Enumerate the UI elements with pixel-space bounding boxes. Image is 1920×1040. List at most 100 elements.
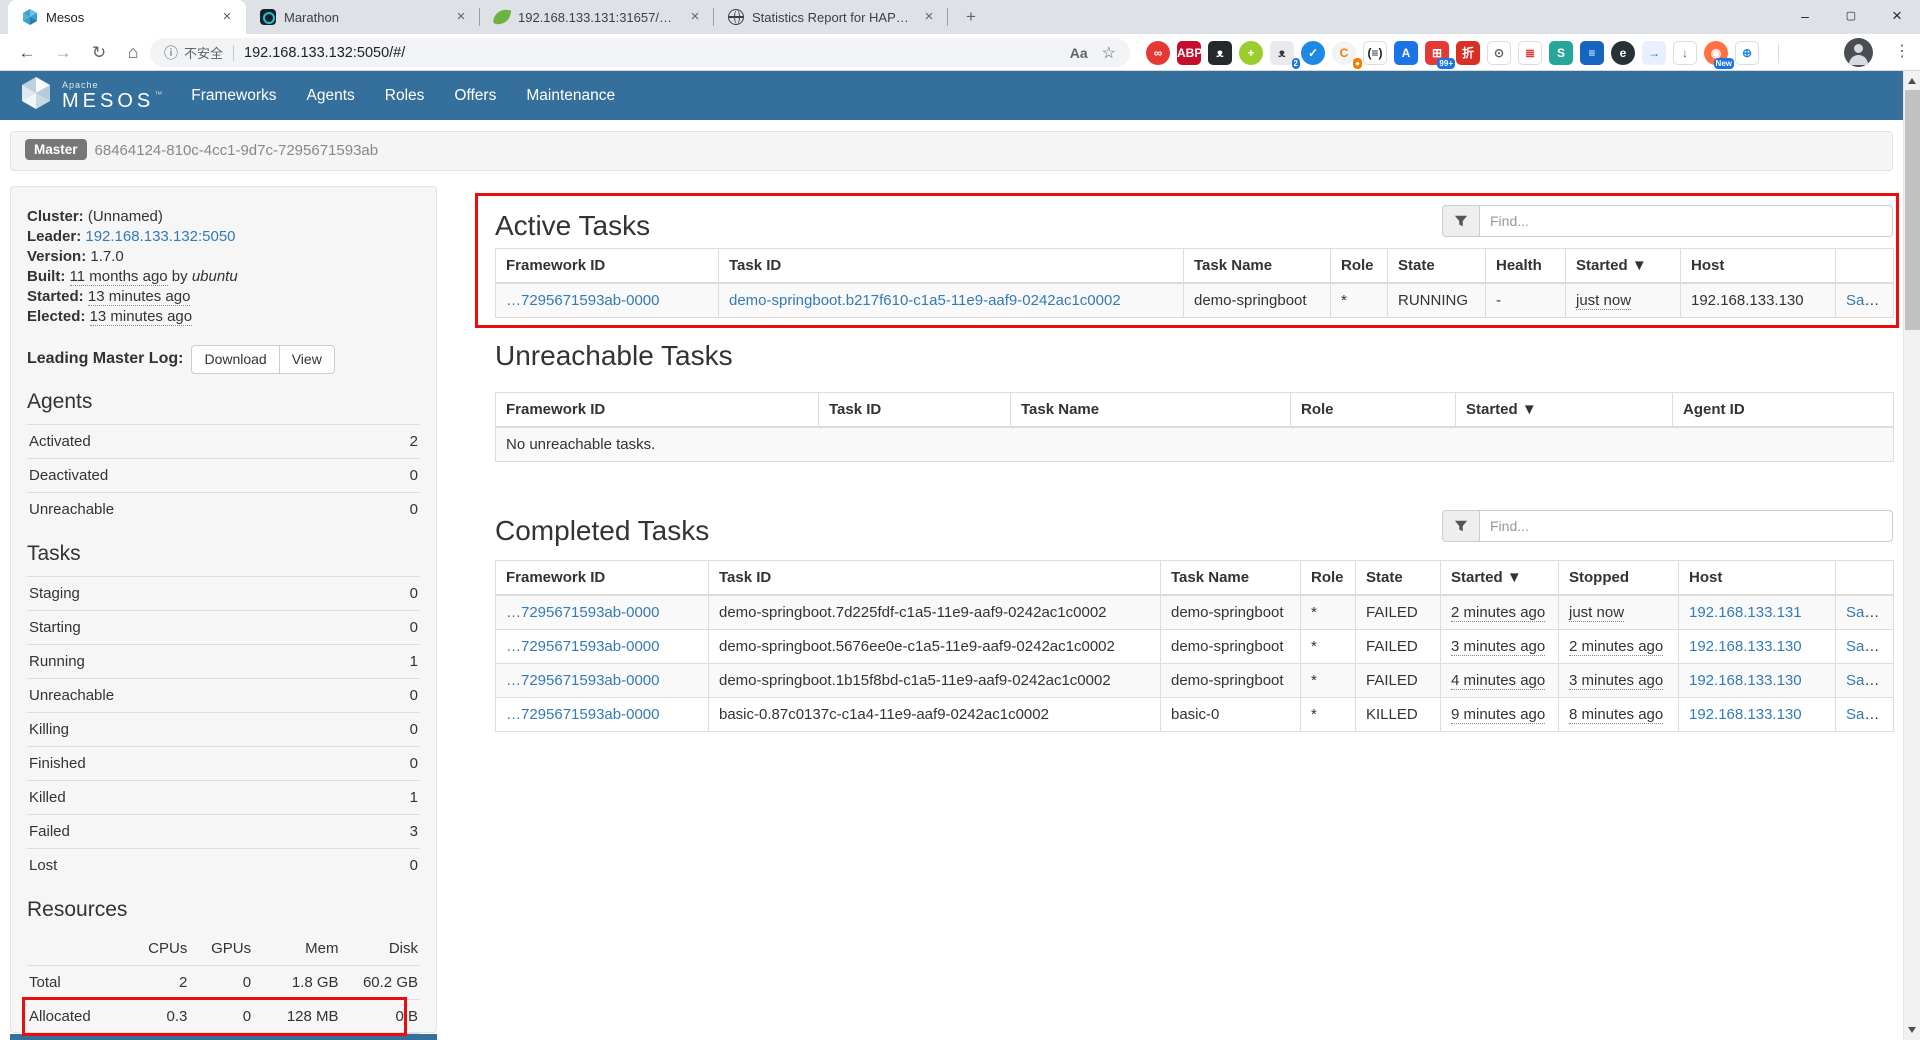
col-task-name[interactable]: Task Name — [1161, 561, 1301, 596]
sandbox-link[interactable]: Sandbox — [1846, 638, 1894, 655]
col-agent-id[interactable]: Agent ID — [1673, 393, 1894, 428]
page-send-icon[interactable]: → — [1642, 41, 1666, 65]
framework-link[interactable]: …7295671593ab-0000 — [506, 672, 659, 689]
col-host[interactable]: Host — [1679, 561, 1836, 596]
framework-link[interactable]: …7295671593ab-0000 — [506, 706, 659, 723]
tab-close-icon[interactable]: × — [686, 8, 704, 26]
tab-marathon[interactable]: Marathon × — [246, 0, 480, 34]
col-task-id[interactable]: Task ID — [719, 249, 1184, 284]
col-started-sort[interactable]: Started ▼ — [1456, 393, 1673, 428]
web-sphere-icon[interactable]: ⊕ — [1735, 41, 1759, 65]
col-host[interactable]: Host — [1681, 249, 1836, 284]
tab-close-icon[interactable]: × — [452, 8, 470, 26]
col-role[interactable]: Role — [1291, 393, 1456, 428]
downloader-icon[interactable]: ↓ — [1673, 41, 1697, 65]
mesos-logo[interactable]: ApacheMESOS™ — [18, 75, 162, 116]
grid-red-icon[interactable]: ⊞99+ — [1425, 41, 1449, 65]
tab-haproxy-stats[interactable]: Statistics Report for HAProxy × — [714, 0, 948, 34]
adblock-plus-icon[interactable]: ABP — [1177, 41, 1201, 65]
col-framework-id[interactable]: Framework ID — [496, 393, 819, 428]
scrollbar-down-arrow[interactable] — [1908, 1027, 1916, 1033]
nav-item-roles[interactable]: Roles — [370, 87, 440, 105]
window-close-button[interactable]: × — [1874, 0, 1920, 34]
translate-ext-icon[interactable]: A — [1394, 41, 1418, 65]
col-stopped[interactable]: Stopped — [1559, 561, 1679, 596]
bookmark-star-icon[interactable]: ☆ — [1102, 43, 1116, 63]
col-state[interactable]: State — [1356, 561, 1441, 596]
window-minimize-button[interactable]: – — [1782, 0, 1828, 34]
col-task-name[interactable]: Task Name — [1011, 393, 1291, 428]
leader-link[interactable]: 192.168.133.132:5050 — [85, 228, 235, 245]
col-state[interactable]: State — [1388, 249, 1486, 284]
sandbox-link[interactable]: Sandbox — [1846, 604, 1894, 621]
magnifier-ext-icon[interactable]: ⊙ — [1487, 41, 1511, 65]
framework-link[interactable]: …7295671593ab-0000 — [506, 604, 659, 621]
col-started-sort[interactable]: Started ▼ — [1441, 561, 1559, 596]
s-green-icon[interactable]: S — [1549, 41, 1573, 65]
host-link[interactable]: 192.168.133.130 — [1689, 638, 1802, 655]
tab-mesos[interactable]: Mesos × — [8, 0, 246, 34]
scrollbar-up-arrow[interactable] — [1908, 78, 1916, 84]
tab-spring-hello[interactable]: 192.168.133.131:31657/hello w × — [480, 0, 714, 34]
back-button[interactable]: ← — [14, 40, 40, 66]
view-log-button[interactable]: View — [279, 345, 335, 374]
profile-avatar[interactable] — [1844, 38, 1873, 67]
e-dark-icon[interactable]: e — [1611, 41, 1635, 65]
nav-item-offers[interactable]: Offers — [439, 87, 511, 105]
host-link[interactable]: 192.168.133.130 — [1689, 706, 1802, 723]
page-info-icon[interactable]: ⓘ — [164, 43, 178, 63]
tab-close-icon[interactable]: × — [218, 8, 236, 26]
stat-value: 0 — [372, 712, 420, 746]
coin-plus-icon[interactable]: + — [1239, 41, 1263, 65]
scrollbar-thumb[interactable] — [1905, 90, 1920, 330]
unreachable-tasks-table: Framework ID Task ID Task Name Role Star… — [495, 392, 1894, 462]
sandbox-link[interactable]: Sandbox — [1846, 672, 1894, 689]
completed-find-input[interactable] — [1479, 510, 1893, 542]
col-started-sort[interactable]: Started ▼ — [1566, 249, 1681, 284]
new-tab-button[interactable]: + — [958, 5, 984, 31]
notes-red-icon[interactable]: ≣ — [1518, 41, 1542, 65]
task-id-link[interactable]: demo-springboot.b217f610-c1a5-11e9-aaf9-… — [729, 292, 1121, 309]
cat-badged-icon[interactable]: ᴥ2 — [1270, 41, 1294, 65]
col-task-id[interactable]: Task ID — [819, 393, 1011, 428]
col-health[interactable]: Health — [1486, 249, 1566, 284]
url-text[interactable]: 192.168.133.132:5050/#/ — [244, 45, 405, 61]
browser-menu-icon[interactable]: ⋮ — [1894, 41, 1910, 61]
paren-code-icon[interactable]: (≡) — [1363, 41, 1387, 65]
framework-link[interactable]: …7295671593ab-0000 — [506, 638, 659, 655]
doc-blue-icon[interactable]: ≡ — [1580, 41, 1604, 65]
c-ring-icon[interactable]: C● — [1332, 41, 1356, 65]
window-maximize-button[interactable]: ▢ — [1828, 0, 1874, 34]
camera-new-icon[interactable]: ◉New — [1704, 41, 1728, 65]
loop-red-icon[interactable]: ∞ — [1146, 41, 1170, 65]
address-bar[interactable]: ⓘ 不安全 192.168.133.132:5050/#/ Aa ☆ — [150, 38, 1130, 67]
zhe-coupon-icon[interactable]: 折 — [1456, 41, 1480, 65]
host-link[interactable]: 192.168.133.130 — [1689, 672, 1802, 689]
forward-button[interactable]: → — [50, 40, 76, 66]
filter-funnel-icon[interactable] — [1442, 205, 1479, 237]
active-find-input[interactable] — [1479, 205, 1893, 237]
nav-item-maintenance[interactable]: Maintenance — [511, 87, 630, 105]
download-log-button[interactable]: Download — [191, 345, 279, 374]
framework-link[interactable]: …7295671593ab-0000 — [506, 292, 659, 309]
col-framework-id[interactable]: Framework ID — [496, 249, 719, 284]
sandbox-link[interactable]: Sandbox — [1846, 292, 1894, 309]
col-role[interactable]: Role — [1331, 249, 1388, 284]
home-button[interactable]: ⌂ — [120, 40, 146, 66]
page-scrollbar[interactable] — [1903, 71, 1920, 1040]
host-link[interactable]: 192.168.133.131 — [1689, 604, 1802, 621]
check-circle-icon[interactable]: ✓ — [1301, 41, 1325, 65]
sandbox-link[interactable]: Sandbox — [1846, 706, 1894, 723]
nav-item-agents[interactable]: Agents — [292, 87, 370, 105]
completed-task-row: …7295671593ab-0000 basic-0.87c0137c-c1a4… — [496, 698, 1894, 732]
filter-funnel-icon[interactable] — [1442, 510, 1479, 542]
col-framework-id[interactable]: Framework ID — [496, 561, 709, 596]
col-task-name[interactable]: Task Name — [1184, 249, 1331, 284]
col-role[interactable]: Role — [1301, 561, 1356, 596]
nav-item-frameworks[interactable]: Frameworks — [176, 87, 291, 105]
col-task-id[interactable]: Task ID — [709, 561, 1161, 596]
dark-cat-icon[interactable]: ᴥ — [1208, 41, 1232, 65]
tab-close-icon[interactable]: × — [920, 8, 938, 26]
translate-icon[interactable]: Aa — [1070, 45, 1088, 61]
reload-button[interactable]: ↻ — [86, 40, 112, 66]
